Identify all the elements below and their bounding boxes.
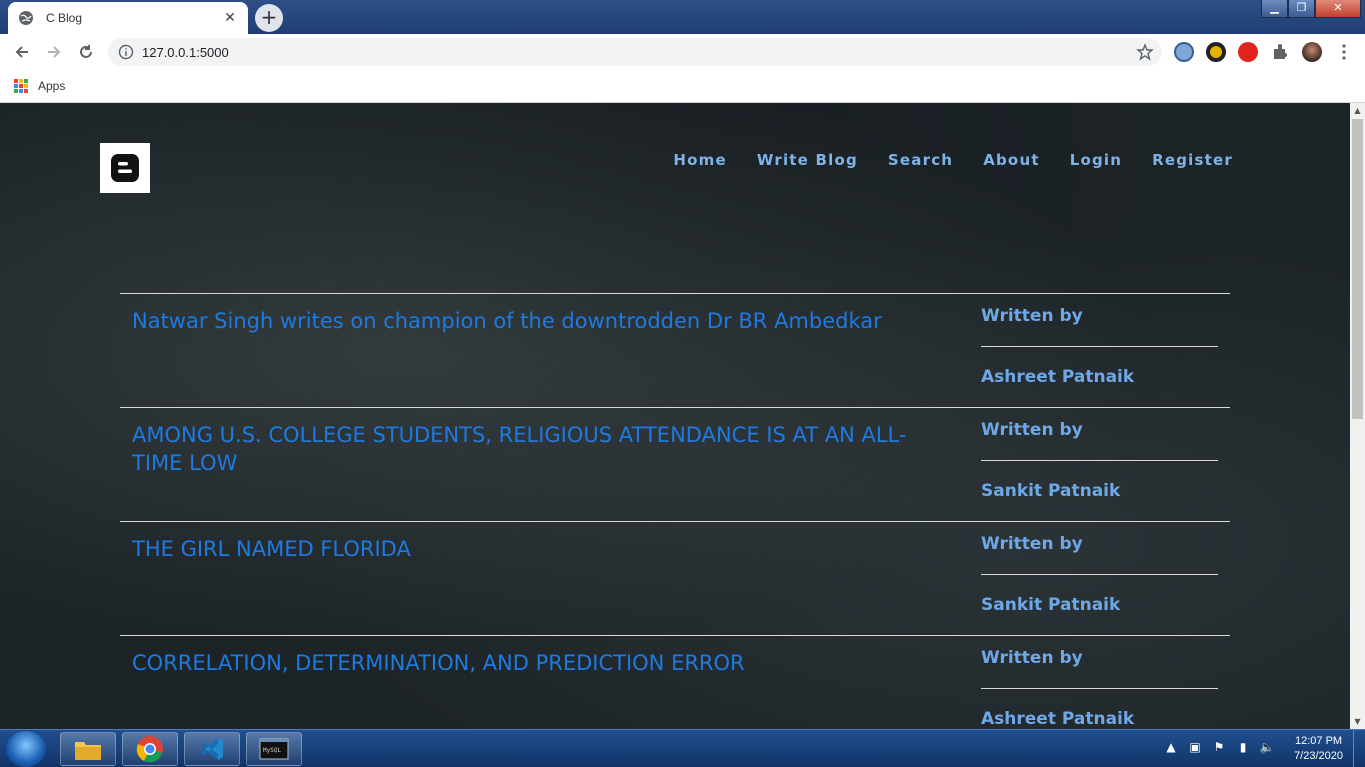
clock-date: 7/23/2020 <box>1294 750 1343 762</box>
post-author[interactable]: Ashreet Patnaik <box>981 367 1218 387</box>
taskbar-mysql-shell[interactable]: MySQL <box>246 732 302 766</box>
apps-bookmark[interactable]: Apps <box>38 79 65 93</box>
browser-tabstrip: C Blog ✕ + ▁ ❐ ✕ <box>0 0 1365 34</box>
written-by-label: Written by <box>981 534 1218 575</box>
extension-owl-icon[interactable] <box>1174 42 1194 62</box>
clock-time: 12:07 PM <box>1294 735 1343 747</box>
tab-title: C Blog <box>46 11 83 25</box>
post-meta: Written by Sankit Patnaik <box>981 420 1218 501</box>
post-item: Natwar Singh writes on champion of the d… <box>120 293 1230 407</box>
blog-page: Home Write Blog Search About Login Regis… <box>0 103 1350 729</box>
post-title-link[interactable]: THE GIRL NAMED FLORIDA <box>132 535 954 563</box>
browser-toolbar: 127.0.0.1:5000 <box>0 34 1365 70</box>
volume-icon[interactable]: 🔈 <box>1259 740 1275 756</box>
nav-login[interactable]: Login <box>1070 151 1122 169</box>
scroll-down-arrow-icon[interactable]: ▼ <box>1350 714 1365 729</box>
bookmark-star-icon[interactable] <box>1136 43 1154 61</box>
blogger-icon <box>111 154 139 182</box>
scroll-up-arrow-icon[interactable]: ▲ <box>1350 103 1365 118</box>
menu-kebab-icon[interactable] <box>1334 42 1354 62</box>
nav-write-blog[interactable]: Write Blog <box>757 151 858 169</box>
nav-register[interactable]: Register <box>1152 151 1233 169</box>
system-tray: ▲ ▣ ⚑ ▮ 🔈 <box>1163 740 1275 756</box>
close-window-button[interactable]: ✕ <box>1315 0 1361 18</box>
written-by-label: Written by <box>981 306 1218 347</box>
nav-about[interactable]: About <box>983 151 1040 169</box>
scroll-thumb[interactable] <box>1352 119 1363 419</box>
page-scrollbar[interactable]: ▲ ▼ <box>1350 103 1365 729</box>
arrow-right-icon <box>48 46 61 58</box>
reload-button[interactable] <box>74 40 98 64</box>
url-text: 127.0.0.1:5000 <box>142 44 229 60</box>
taskbar-explorer[interactable] <box>60 732 116 766</box>
reload-icon <box>80 45 92 58</box>
post-meta: Written by Ashreet Patnaik <box>981 306 1218 387</box>
post-title-link[interactable]: AMONG U.S. COLLEGE STUDENTS, RELIGIOUS A… <box>132 421 954 477</box>
forward-button[interactable] <box>42 40 66 64</box>
tray-expand-icon[interactable]: ▲ <box>1163 740 1179 756</box>
written-by-label: Written by <box>981 420 1218 461</box>
new-tab-button[interactable]: + <box>255 4 283 32</box>
taskbar-chrome[interactable] <box>122 732 178 766</box>
post-meta: Written by Sankit Patnaik <box>981 534 1218 615</box>
folder-icon <box>75 742 101 760</box>
post-title-link[interactable]: Natwar Singh writes on champion of the d… <box>132 307 954 335</box>
tray-device-icon[interactable]: ▣ <box>1187 740 1203 756</box>
window-controls: ▁ ❐ ✕ <box>1261 0 1361 18</box>
restore-button[interactable]: ❐ <box>1288 0 1315 18</box>
extension-circle-icon[interactable] <box>1206 42 1226 62</box>
post-item: CORRELATION, DETERMINATION, AND PREDICTI… <box>120 635 1230 729</box>
profile-avatar[interactable] <box>1302 42 1322 62</box>
taskbar-vscode[interactable] <box>184 732 240 766</box>
written-by-label: Written by <box>981 648 1218 689</box>
browser-tab[interactable]: C Blog ✕ <box>8 2 248 34</box>
post-title-link[interactable]: CORRELATION, DETERMINATION, AND PREDICTI… <box>132 649 954 677</box>
main-nav: Home Write Blog Search About Login Regis… <box>673 151 1233 169</box>
extensions-puzzle-icon[interactable] <box>1270 42 1290 62</box>
post-list: Natwar Singh writes on champion of the d… <box>120 293 1230 729</box>
network-signal-icon[interactable]: ▮ <box>1235 740 1251 756</box>
start-button[interactable] <box>6 731 46 767</box>
post-author[interactable]: Sankit Patnaik <box>981 595 1218 615</box>
tray-flag-icon[interactable]: ⚑ <box>1211 740 1227 756</box>
terminal-icon: MySQL <box>259 738 289 760</box>
back-button[interactable] <box>10 40 34 64</box>
post-author[interactable]: Sankit Patnaik <box>981 481 1218 501</box>
vscode-icon <box>201 738 223 760</box>
svg-text:MySQL: MySQL <box>263 747 281 754</box>
post-item: THE GIRL NAMED FLORIDA Written by Sankit… <box>120 521 1230 635</box>
globe-icon <box>19 11 33 25</box>
extension-opera-icon[interactable] <box>1238 42 1258 62</box>
post-item: AMONG U.S. COLLEGE STUDENTS, RELIGIOUS A… <box>120 407 1230 521</box>
arrow-left-icon <box>15 46 28 58</box>
nav-search[interactable]: Search <box>888 151 953 169</box>
nav-home[interactable]: Home <box>673 151 726 169</box>
bookmarks-bar: Apps <box>0 70 1365 103</box>
show-desktop-button[interactable] <box>1353 730 1365 767</box>
minimize-button[interactable]: ▁ <box>1261 0 1288 18</box>
address-bar[interactable]: 127.0.0.1:5000 <box>108 38 1162 66</box>
chrome-icon <box>136 736 163 763</box>
windows-taskbar: MySQL ▲ ▣ ⚑ ▮ 🔈 12:07 PM 7/23/2020 <box>0 729 1365 767</box>
system-clock[interactable]: 12:07 PM 7/23/2020 <box>1294 734 1343 764</box>
info-icon[interactable] <box>118 44 134 60</box>
post-author[interactable]: Ashreet Patnaik <box>981 709 1218 729</box>
apps-grid-icon[interactable] <box>14 79 28 93</box>
blogger-logo[interactable] <box>100 143 150 193</box>
tab-close-icon[interactable]: ✕ <box>222 10 238 26</box>
post-meta: Written by Ashreet Patnaik <box>981 648 1218 729</box>
